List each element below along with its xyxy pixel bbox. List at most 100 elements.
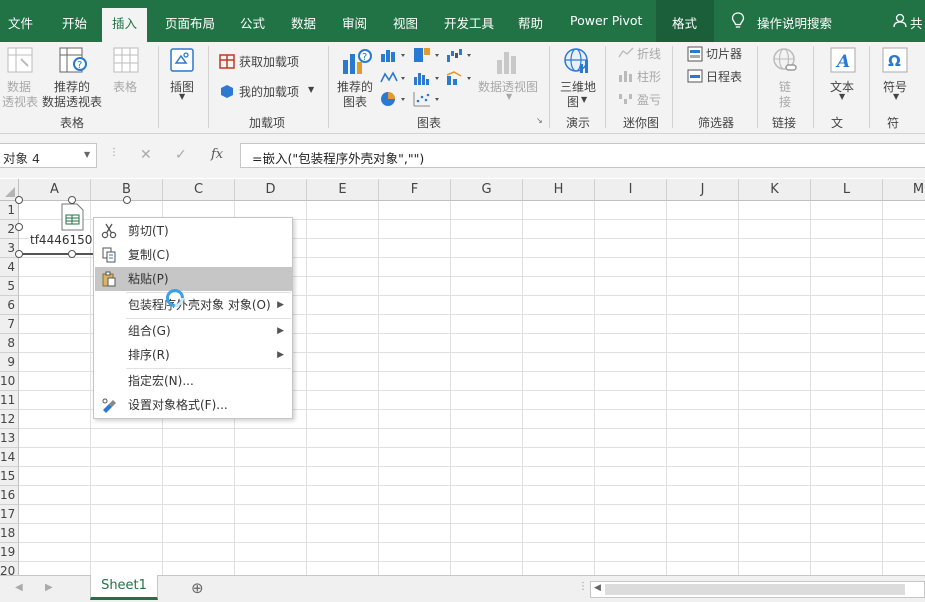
row-header[interactable]: 15 — [0, 467, 19, 486]
tab-file[interactable]: 文件 — [8, 13, 33, 32]
line-chart-icon[interactable] — [380, 70, 410, 86]
share-button[interactable]: 共 — [910, 13, 923, 32]
enter-icon[interactable]: ✓ — [175, 147, 187, 163]
column-header[interactable]: A — [19, 179, 91, 201]
scatter-chart-icon[interactable] — [413, 91, 443, 107]
row-header[interactable]: 6 — [0, 296, 19, 315]
tab-home[interactable]: 开始 — [62, 13, 87, 32]
tab-power-pivot[interactable]: Power Pivot — [570, 13, 642, 28]
resize-handle[interactable] — [15, 196, 23, 204]
sparkline-line-button[interactable]: 折线 — [637, 45, 661, 62]
menu-item-order[interactable]: 排序(R) ▶ — [95, 343, 292, 367]
column-header[interactable]: M — [883, 179, 925, 201]
column-header[interactable]: K — [739, 179, 811, 201]
column-header[interactable]: I — [595, 179, 667, 201]
menu-item-object[interactable]: 包装程序外壳对象 对象(O) ▶ — [95, 293, 292, 317]
resize-handle[interactable] — [15, 223, 23, 231]
sparkline-column-icon[interactable] — [618, 69, 634, 83]
column-header[interactable]: J — [667, 179, 739, 201]
combo-chart-icon[interactable] — [446, 70, 476, 86]
row-header[interactable]: 1 — [0, 201, 19, 220]
row-header[interactable]: 9 — [0, 353, 19, 372]
scroll-left-icon[interactable]: ◀ — [15, 582, 23, 593]
menu-item-group[interactable]: 组合(G) ▶ — [95, 319, 292, 343]
my-addins-button[interactable]: 我的加载项 — [239, 83, 299, 100]
resize-handle[interactable] — [123, 196, 131, 204]
recommended-charts-icon[interactable]: ? — [340, 46, 372, 78]
row-header[interactable]: 7 — [0, 315, 19, 334]
resize-handle[interactable] — [68, 250, 76, 258]
row-header[interactable]: 19 — [0, 543, 19, 562]
column-header[interactable]: G — [451, 179, 523, 201]
table-icon[interactable] — [112, 46, 140, 74]
menu-item-copy[interactable]: 复制(C) — [95, 243, 292, 267]
menu-item-cut[interactable]: 剪切(T) — [95, 219, 292, 243]
row-header[interactable]: 5 — [0, 277, 19, 296]
hierarchy-chart-icon[interactable] — [413, 47, 443, 63]
column-header[interactable]: D — [235, 179, 307, 201]
tab-help[interactable]: 帮助 — [518, 13, 543, 32]
recommended-pivot-icon[interactable]: ? — [58, 46, 88, 76]
sparkline-winloss-button[interactable]: 盈亏 — [637, 91, 661, 108]
row-header[interactable]: 11 — [0, 391, 19, 410]
cancel-icon[interactable]: ✕ — [140, 147, 152, 163]
column-header[interactable]: H — [523, 179, 595, 201]
illustrations-icon[interactable] — [168, 46, 196, 74]
column-header[interactable]: E — [307, 179, 379, 201]
tab-insert[interactable]: 插入 — [102, 8, 148, 42]
slicer-icon[interactable] — [687, 46, 703, 62]
sheet-tab-sheet1[interactable]: Sheet1 — [90, 575, 158, 600]
get-addins-button[interactable]: 获取加载项 — [239, 53, 299, 70]
tab-split-handle-icon[interactable]: ⋮ — [578, 581, 588, 592]
row-header[interactable]: 16 — [0, 486, 19, 505]
tab-view[interactable]: 视图 — [393, 13, 418, 32]
row-header[interactable]: 13 — [0, 429, 19, 448]
column-header[interactable]: F — [379, 179, 451, 201]
globe-icon[interactable] — [562, 46, 594, 78]
chevron-down-icon[interactable]: ▼ — [84, 150, 90, 159]
scrollbar-thumb[interactable] — [605, 584, 905, 595]
row-header[interactable]: 14 — [0, 448, 19, 467]
row-header[interactable]: 8 — [0, 334, 19, 353]
pivot-table-icon[interactable] — [6, 46, 34, 74]
horizontal-scrollbar[interactable]: ◀ — [590, 581, 925, 598]
row-header[interactable]: 10 — [0, 372, 19, 391]
store-icon[interactable] — [218, 52, 236, 70]
scroll-right-icon[interactable]: ▶ — [45, 582, 53, 593]
column-header[interactable]: L — [811, 179, 883, 201]
tab-page-layout[interactable]: 页面布局 — [165, 13, 215, 32]
tab-review[interactable]: 审阅 — [342, 13, 367, 32]
row-header[interactable]: 20 — [0, 562, 19, 575]
slicer-button[interactable]: 切片器 — [706, 45, 742, 62]
column-chart-icon[interactable] — [380, 47, 410, 63]
timeline-button[interactable]: 日程表 — [706, 68, 742, 85]
tab-formulas[interactable]: 公式 — [240, 13, 265, 32]
dialog-launcher-icon[interactable]: ↘ — [536, 116, 543, 125]
resize-handle[interactable] — [68, 196, 76, 204]
tell-me-search[interactable]: 操作说明搜索 — [757, 13, 832, 32]
pivot-chart-icon[interactable] — [494, 46, 524, 76]
scroll-left-arrow-icon[interactable]: ◀ — [594, 583, 601, 593]
link-icon[interactable] — [770, 46, 802, 78]
tab-developer[interactable]: 开发工具 — [444, 13, 494, 32]
menu-item-paste[interactable]: 粘贴(P) — [95, 267, 292, 291]
omega-icon[interactable]: Ω — [881, 46, 909, 74]
menu-item-format-object[interactable]: 设置对象格式(F)... — [95, 393, 292, 417]
timeline-icon[interactable] — [687, 68, 703, 84]
formula-input[interactable]: =嵌入("包装程序外壳对象","") — [240, 143, 925, 168]
row-header[interactable]: 18 — [0, 524, 19, 543]
waterfall-chart-icon[interactable] — [446, 47, 476, 63]
pie-chart-icon[interactable] — [380, 91, 410, 107]
row-header[interactable]: 4 — [0, 258, 19, 277]
name-box[interactable]: 对象 4 ▼ — [0, 143, 97, 168]
row-header[interactable]: 12 — [0, 410, 19, 429]
insert-function-button[interactable]: fx — [211, 147, 223, 162]
sparkline-winloss-icon[interactable] — [618, 92, 634, 106]
column-header[interactable]: C — [163, 179, 235, 201]
add-sheet-button[interactable]: ⊕ — [191, 579, 204, 597]
my-addins-icon[interactable] — [218, 82, 236, 100]
sparkline-column-button[interactable]: 柱形 — [637, 68, 661, 85]
menu-item-assign-macro[interactable]: 指定宏(N)... — [95, 369, 292, 393]
resize-handle[interactable] — [15, 250, 23, 258]
statistic-chart-icon[interactable] — [413, 70, 443, 86]
